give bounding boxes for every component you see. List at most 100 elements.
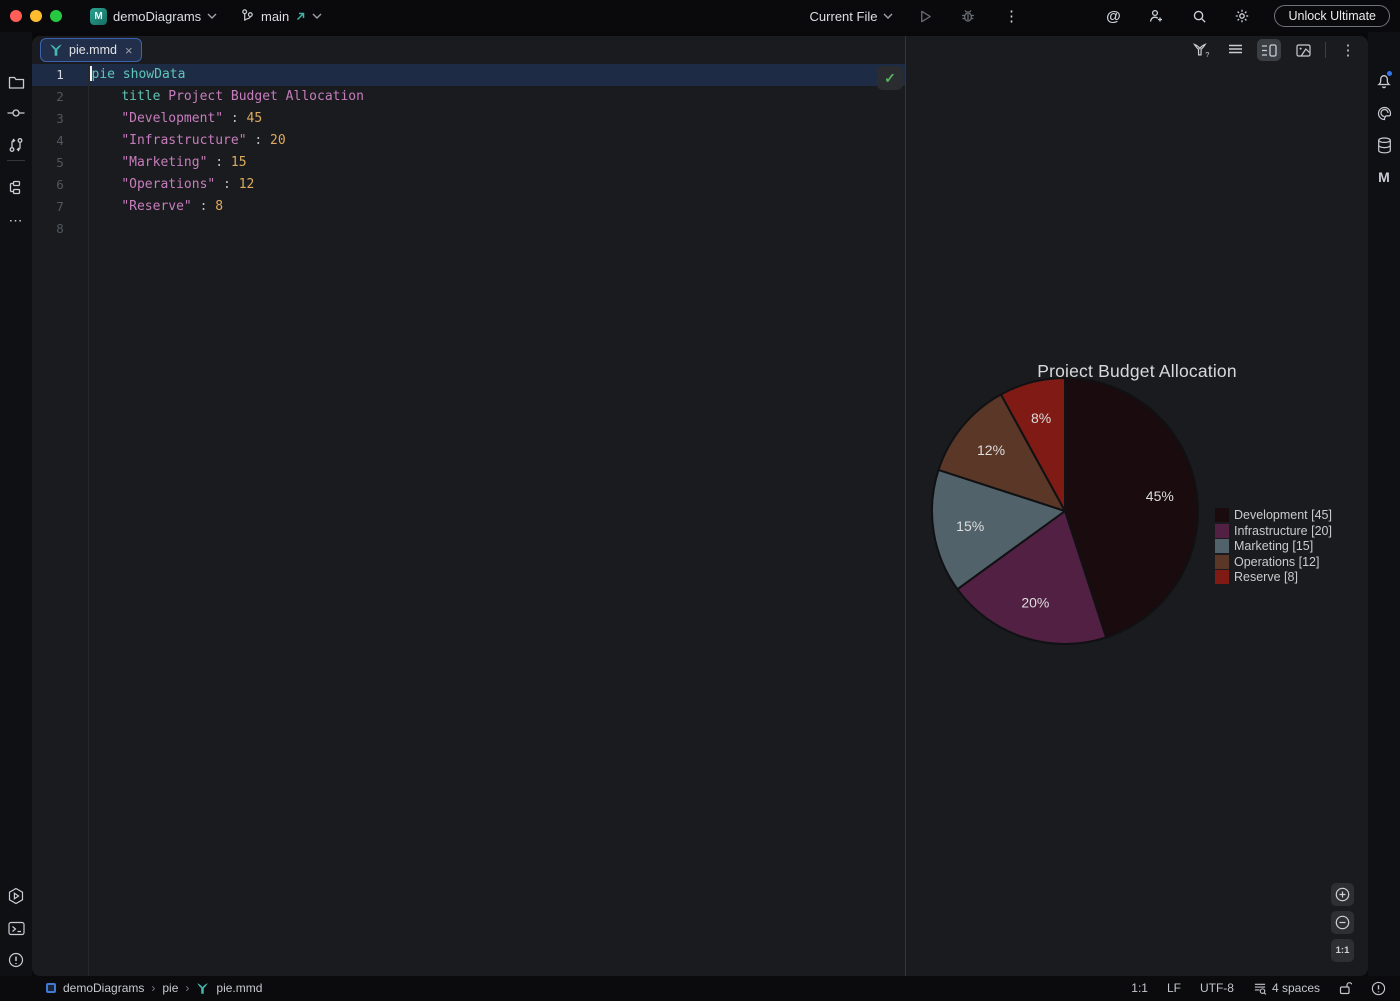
legend-label: Reserve [8] — [1234, 570, 1298, 584]
project-icon: M — [90, 8, 107, 25]
code-line[interactable]: 4 "Infrastructure" : 20 — [32, 130, 905, 152]
code-line[interactable]: 3 "Development" : 45 — [32, 108, 905, 130]
indent-icon — [1253, 982, 1267, 995]
mermaid-file-icon — [196, 982, 209, 995]
code-with-me-add-user-icon[interactable] — [1145, 5, 1167, 27]
more-tools-icon[interactable]: ⋯ — [6, 210, 26, 230]
legend-swatch — [1215, 508, 1229, 522]
notification-badge — [1386, 70, 1393, 77]
pie-slice-label: 45% — [1146, 488, 1174, 504]
diagram-preview-pane[interactable]: Project Budget Allocation 45%20%15%12%8%… — [906, 64, 1368, 976]
mermaid-syntax-help-icon[interactable]: ? — [1189, 39, 1213, 61]
indent-widget[interactable]: 4 spaces — [1253, 981, 1320, 995]
editor-only-view-icon[interactable] — [1223, 39, 1247, 61]
terminal-tool-icon[interactable] — [6, 918, 26, 938]
svg-text:?: ? — [1205, 50, 1209, 58]
legend-item: Infrastructure [20] — [1215, 524, 1332, 538]
pull-requests-tool-icon[interactable] — [6, 135, 26, 155]
line-number: 8 — [32, 218, 88, 240]
more-actions-kebab-icon[interactable]: ⋮ — [1000, 5, 1022, 27]
legend-label: Operations [12] — [1234, 555, 1319, 569]
write-access-unlocked-icon[interactable] — [1339, 981, 1352, 995]
main-editor-panel: pie.mmd × ? ⋮ 1pie showData2 title Proje… — [32, 36, 1368, 976]
commit-tool-icon[interactable] — [6, 103, 26, 123]
search-everywhere-icon[interactable] — [1188, 5, 1210, 27]
breadcrumb-project[interactable]: demoDiagrams — [63, 981, 144, 995]
line-number: 7 — [32, 196, 88, 218]
pie-slice-label: 12% — [977, 442, 1005, 458]
code-line[interactable]: 2 title Project Budget Allocation — [32, 86, 905, 108]
legend-item: Reserve [8] — [1215, 570, 1332, 584]
background-tasks-status-icon[interactable] — [1371, 981, 1386, 996]
legend-swatch — [1215, 524, 1229, 538]
project-module-icon — [46, 983, 56, 993]
status-bar: demoDiagrams › pie › pie.mmd 1:1 LF UTF-… — [0, 976, 1400, 1000]
legend-label: Development [45] — [1234, 508, 1332, 522]
legend-item: Development [45] — [1215, 508, 1332, 522]
inspection-status-check-icon[interactable]: ✓ — [877, 66, 903, 90]
git-branch-icon — [240, 8, 255, 24]
legend-swatch — [1215, 570, 1229, 584]
legend-item: Operations [12] — [1215, 555, 1332, 569]
project-tool-folder-icon[interactable] — [6, 72, 26, 92]
window-minimize-button[interactable] — [30, 10, 42, 22]
line-number: 6 — [32, 174, 88, 196]
notifications-bell-icon[interactable] — [1374, 70, 1394, 90]
chevron-down-icon — [312, 13, 322, 19]
zoom-in-button[interactable] — [1331, 883, 1354, 906]
breadcrumb-separator: › — [151, 981, 155, 995]
window-zoom-button[interactable] — [50, 10, 62, 22]
chevron-down-icon — [207, 13, 217, 19]
legend-swatch — [1215, 539, 1229, 553]
code-line[interactable]: 7 "Reserve" : 8 — [32, 196, 905, 218]
vcs-widget[interactable]: main — [240, 0, 322, 32]
project-name: demoDiagrams — [113, 9, 201, 24]
mermaid-file-icon — [49, 43, 63, 57]
run-config-label: Current File — [810, 9, 878, 24]
mermaid-chart-tool-icon[interactable]: M — [1374, 167, 1394, 187]
line-number: 5 — [32, 152, 88, 174]
settings-gear-icon[interactable] — [1231, 5, 1253, 27]
run-button[interactable] — [914, 5, 936, 27]
zoom-reset-button[interactable]: 1:1 — [1331, 939, 1354, 962]
debug-button[interactable] — [957, 5, 979, 27]
code-line[interactable]: 8 — [32, 218, 905, 240]
code-line[interactable]: 5 "Marketing" : 15 — [32, 152, 905, 174]
window-titlebar: M demoDiagrams main Current File ⋮ @ — [0, 0, 1400, 32]
window-close-button[interactable] — [10, 10, 22, 22]
zoom-out-button[interactable] — [1331, 911, 1354, 934]
legend-label: Infrastructure [20] — [1234, 524, 1332, 538]
code-editor[interactable]: 1pie showData2 title Project Budget Allo… — [32, 64, 905, 976]
unlock-ultimate-button[interactable]: Unlock Ultimate — [1274, 5, 1390, 27]
project-widget[interactable]: M demoDiagrams — [90, 0, 217, 32]
pie-slice-label: 20% — [1021, 594, 1049, 610]
legend-swatch — [1215, 555, 1229, 569]
ai-assistant-icon[interactable]: @ — [1102, 5, 1124, 27]
tab-close-icon[interactable]: × — [125, 43, 133, 58]
database-tool-icon[interactable] — [1374, 135, 1394, 155]
breadcrumb-folder[interactable]: pie — [162, 981, 178, 995]
left-tool-strip: ⋯ — [0, 32, 32, 976]
code-line[interactable]: 1pie showData — [32, 64, 905, 86]
editor-options-kebab-icon[interactable]: ⋮ — [1336, 39, 1360, 61]
ai-chat-tool-icon[interactable] — [1374, 103, 1394, 123]
problems-tool-icon[interactable] — [6, 950, 26, 970]
run-config-selector[interactable]: Current File — [810, 0, 894, 32]
caret-position-widget[interactable]: 1:1 — [1131, 981, 1148, 995]
legend-label: Marketing [15] — [1234, 539, 1313, 553]
line-number: 1 — [32, 64, 88, 86]
split-editor-preview-view-icon[interactable] — [1257, 39, 1281, 61]
line-number: 3 — [32, 108, 88, 130]
preview-zoom-controls: 1:1 — [1331, 883, 1354, 962]
code-line[interactable]: 6 "Operations" : 12 — [32, 174, 905, 196]
line-number: 4 — [32, 130, 88, 152]
line-ending-widget[interactable]: LF — [1167, 981, 1181, 995]
structure-tool-icon[interactable] — [6, 177, 26, 197]
tab-pie-mmd[interactable]: pie.mmd × — [40, 38, 142, 62]
chevron-down-icon — [883, 13, 893, 19]
services-tool-icon[interactable] — [6, 886, 26, 906]
breadcrumb-file[interactable]: pie.mmd — [216, 981, 262, 995]
encoding-widget[interactable]: UTF-8 — [1200, 981, 1234, 995]
preview-only-view-icon[interactable] — [1291, 39, 1315, 61]
pie-chart[interactable]: 45%20%15%12%8% — [923, 369, 1207, 653]
